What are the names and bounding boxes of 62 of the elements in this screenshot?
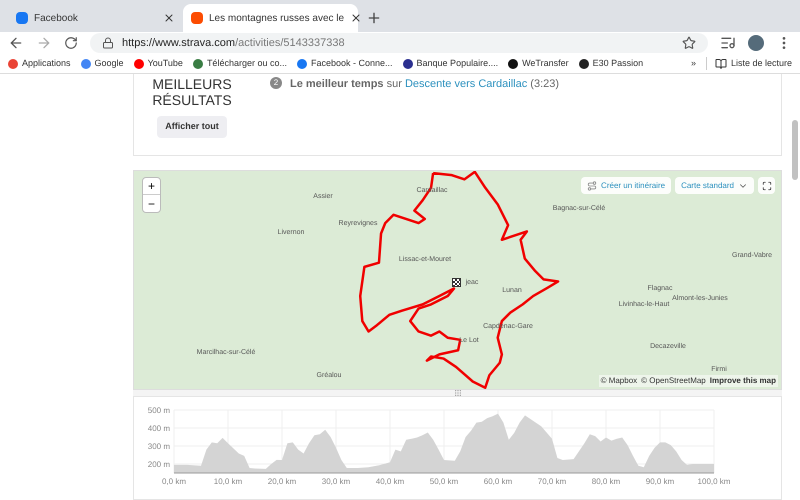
browser-tab[interactable]: Facebook <box>8 4 183 32</box>
resize-handle-icon[interactable] <box>454 389 462 397</box>
favicon-icon <box>191 12 203 24</box>
bookmark[interactable]: Applications <box>8 56 71 70</box>
scrollbar <box>792 120 798 180</box>
browser-tab[interactable]: Les montagnes russes avec le <box>183 4 358 32</box>
favicon-icon <box>16 12 28 24</box>
y-tick-label: 500 m <box>148 406 170 415</box>
x-tick-label: 100,0 km <box>698 477 730 486</box>
x-tick-label: 40,0 km <box>376 477 404 486</box>
x-tick-label: 90,0 km <box>646 477 674 486</box>
reading-list-button[interactable]: Liste de lecture <box>706 56 792 70</box>
avatar[interactable] <box>748 35 764 51</box>
x-tick-label: 80,0 km <box>592 477 620 486</box>
close-icon[interactable] <box>350 12 362 24</box>
result-text: Le meilleur temps sur Descente vers Cardaillac (3:23) <box>290 77 560 92</box>
lock-icon <box>102 37 114 49</box>
new-tab-icon[interactable] <box>366 10 382 26</box>
address-bar[interactable]: https://www.strava.com/activities/5143337338 <box>90 33 708 53</box>
attribution-link[interactable]: © OpenStreetMap <box>641 375 706 387</box>
x-tick-label: 30,0 km <box>322 477 350 486</box>
bookmark[interactable]: WeTransfer <box>508 56 569 70</box>
x-tick-label: 70,0 km <box>538 477 566 486</box>
create-route-button[interactable]: Créer un itinéraire <box>581 177 672 194</box>
results-title: RÉSULTATS <box>152 92 232 108</box>
map-style-dropdown[interactable]: Carte standard <box>675 177 754 194</box>
fullscreen-button[interactable] <box>758 177 775 194</box>
x-tick-label: 20,0 km <box>268 477 296 486</box>
y-tick-label: 400 m <box>148 424 170 433</box>
x-tick-label: 60,0 km <box>484 477 512 486</box>
x-tick-label: 50,0 km <box>430 477 458 486</box>
zoom-out-button[interactable]: − <box>143 195 160 212</box>
show-all-button[interactable]: Afficher tout <box>157 116 227 138</box>
url-text: https://www.strava.com/activities/5143337338 <box>122 36 345 51</box>
zoom-in-button[interactable]: + <box>143 178 160 195</box>
reload-icon[interactable] <box>64 36 78 50</box>
bookmark[interactable]: Télécharger ou co... <box>192 56 287 70</box>
close-icon[interactable] <box>163 12 175 24</box>
fullscreen-icon <box>762 180 772 190</box>
bookmark[interactable]: E30 Passion <box>578 56 644 70</box>
media-icon[interactable] <box>720 35 736 51</box>
route-icon <box>587 180 598 190</box>
tab-title: Facebook <box>34 12 79 26</box>
bookmark[interactable]: Facebook - Conne... <box>296 56 393 70</box>
start-finish-icon <box>452 278 461 287</box>
attribution-link[interactable]: © Mapbox <box>600 375 638 387</box>
y-tick-label: 300 m <box>148 442 170 451</box>
reading-list-icon <box>714 58 727 70</box>
bookmark[interactable]: Banque Populaire.... <box>402 56 498 70</box>
more-bookmarks[interactable]: » <box>690 56 696 70</box>
x-tick-label: 0,0 km <box>162 477 186 486</box>
rank-badge: 2 <box>270 77 282 89</box>
y-tick-label: 200 m <box>148 460 170 469</box>
bookmark[interactable]: YouTube <box>134 56 183 70</box>
x-tick-label: 10,0 km <box>214 477 242 486</box>
back-icon[interactable] <box>8 35 24 51</box>
results-title: MEILLEURS <box>152 76 232 92</box>
improve-map-link[interactable]: Improve this map <box>710 375 776 387</box>
bookmark[interactable]: Google <box>80 56 124 70</box>
tab-title: Les montagnes russes avec le <box>209 12 344 26</box>
segment-link[interactable]: Descente vers Cardaillac <box>404 78 528 90</box>
star-icon[interactable] <box>682 36 696 50</box>
